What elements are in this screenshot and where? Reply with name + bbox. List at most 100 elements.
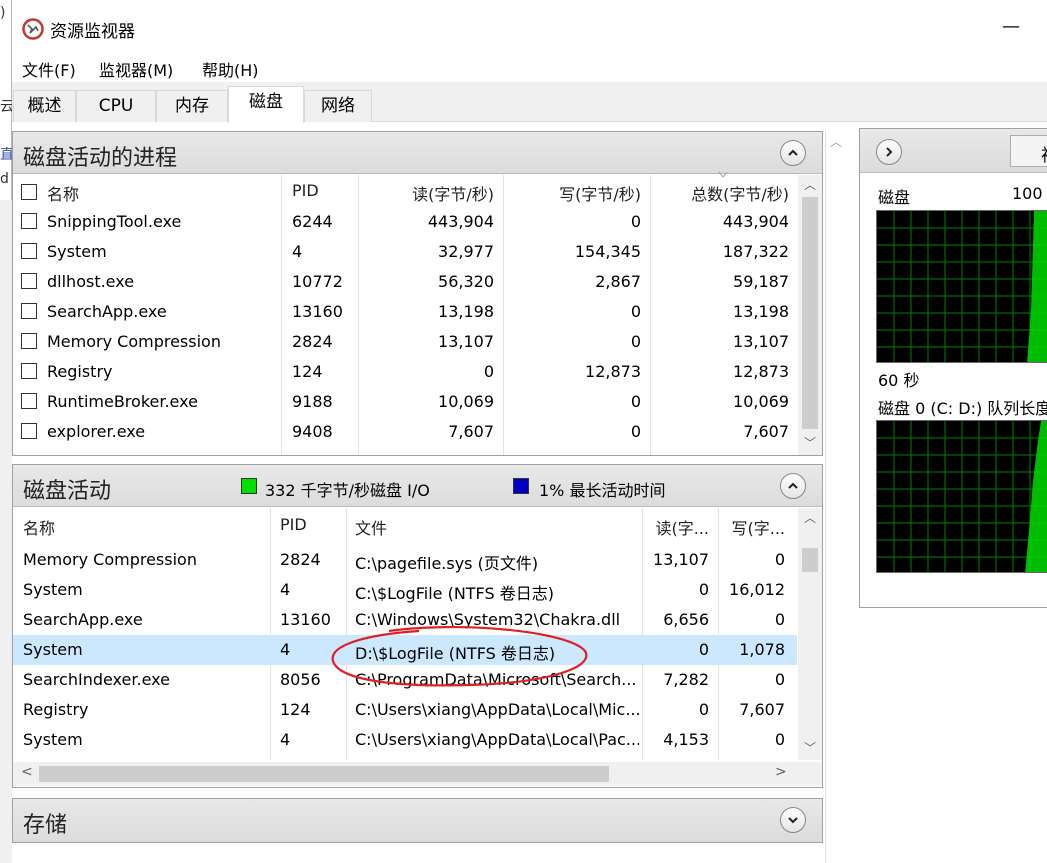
process-pid: 13160 [292,302,343,321]
col-file[interactable]: 文件 [355,515,387,539]
row-checkbox[interactable] [21,363,37,379]
activity-hscrollbar[interactable]: < > [13,762,822,786]
select-all-checkbox[interactable] [21,184,37,200]
menu-monitor[interactable]: 监视器(M) [99,57,173,81]
scroll-up-icon[interactable]: ︿ [798,175,822,195]
process-write: 0 [630,422,641,441]
disk-processes-panel: 磁盘活动的进程 名称 PID 读(字节/秒) 写(字节/秒) 总数(字节/秒) … [12,131,823,456]
process-total: 443,904 [722,212,789,231]
col-name[interactable]: 名称 [23,515,55,539]
disk-activity-header[interactable]: 磁盘活动 332 千字节/秒磁盘 I/O 1% 最长活动时间 [13,465,822,507]
table-row[interactable]: System 4 C:\$LogFile (NTFS 卷日志) 0 16,012 [13,575,797,605]
row-checkbox[interactable] [21,393,37,409]
row-checkbox[interactable] [21,423,37,439]
col-pid[interactable]: PID [292,181,319,200]
table-row[interactable]: Memory Compression 2824 C:\pagefile.sys (页… [13,545,797,575]
minimize-button[interactable]: — [998,12,1024,42]
activity-write: 0 [774,610,785,629]
main-scrollbar[interactable]: ︿ [825,131,847,863]
activity-read: 0 [698,700,709,719]
table-row[interactable]: Memory Compression 2824 13,107 0 13,107 [13,327,797,357]
active-time-legend-swatch [513,478,529,494]
activity-name: Registry [23,700,89,719]
table-row[interactable]: explorer.exe 9408 7,607 0 7,607 [13,417,797,447]
scroll-thumb[interactable] [802,548,818,572]
activity-name: SearchApp.exe [23,610,143,629]
menu-help[interactable]: 帮助(H) [202,57,259,81]
process-scrollbar[interactable]: ︿ ﹀ [798,175,822,455]
table-row[interactable]: dllhost.exe 10772 56,320 2,867 59,187 [13,267,797,297]
table-row[interactable]: SnippingTool.exe 6244 443,904 0 443,904 [13,207,797,237]
col-write[interactable]: 写(字... [719,515,785,539]
row-checkbox[interactable] [21,303,37,319]
activity-pid: 124 [280,700,311,719]
tab-network[interactable]: 网络 [304,90,372,122]
tab-disk[interactable]: 磁盘 [228,86,304,123]
activity-name: Memory Compression [23,550,197,569]
table-row[interactable]: System 4 C:\Users\xiang\AppData\Local\Pac.… [13,725,797,755]
table-row[interactable]: Registry 124 C:\Users\xiang\AppData\Local\… [13,695,797,725]
process-write: 0 [630,332,641,351]
process-name: Memory Compression [47,332,221,351]
row-checkbox[interactable] [21,213,37,229]
expand-right-icon[interactable] [876,139,902,165]
scroll-right-icon[interactable]: > [775,764,787,780]
activity-name: SearchIndexer.exe [23,670,170,689]
activity-write: 0 [774,550,785,569]
row-checkbox[interactable] [21,333,37,349]
tab-cpu[interactable]: CPU [76,90,156,122]
menu-file[interactable]: 文件(F) [22,57,76,81]
col-total[interactable]: 总数(字节/秒) [651,181,789,205]
scroll-thumb[interactable] [802,197,818,429]
process-read: 0 [483,362,494,381]
active-time-legend-label: 1% 最长活动时间 [539,481,666,500]
col-name[interactable]: 名称 [47,181,79,205]
col-read[interactable]: 读(字... [643,515,709,539]
scroll-left-icon[interactable]: < [21,764,33,780]
activity-file: C:\Users\xiang\AppData\Local\Pac... [355,730,639,749]
scroll-up-icon[interactable]: ︿ [798,508,822,528]
col-pid[interactable]: PID [280,515,307,534]
row-checkbox[interactable] [21,273,37,289]
col-read[interactable]: 读(字节/秒) [359,181,494,205]
process-total: 10,069 [733,392,789,411]
tab-overview[interactable]: 概述 [13,90,76,122]
table-row[interactable]: RuntimeBroker.exe 9188 10,069 0 10,069 [13,387,797,417]
process-total: 187,322 [722,242,789,261]
process-pid: 2824 [292,332,333,351]
activity-name: System [23,730,83,749]
table-row[interactable]: Registry 124 0 12,873 12,873 [13,357,797,387]
view-button[interactable]: 视 [1010,135,1047,167]
collapse-up-icon[interactable] [780,140,806,166]
process-write: 0 [630,392,641,411]
process-total: 59,187 [733,272,789,291]
table-row[interactable]: SearchApp.exe 13160 13,198 0 13,198 [13,297,797,327]
storage-title: 存储 [23,813,68,838]
row-checkbox[interactable] [21,243,37,259]
tab-memory[interactable]: 内存 [156,90,228,122]
activity-scrollbar[interactable]: ︿ ﹀ [798,508,822,760]
storage-header[interactable]: 存储 [13,799,822,842]
process-total: 13,198 [733,302,789,321]
process-name: System [47,242,107,261]
process-pid: 4 [292,242,303,261]
scroll-down-icon[interactable]: ﹀ [798,738,822,758]
menu-bar: 文件(F) 监视器(M) 帮助(H) [12,52,1047,82]
process-write: 0 [630,302,641,321]
activity-write: 7,607 [739,700,785,719]
col-write[interactable]: 写(字节/秒) [503,181,641,205]
activity-pid: 4 [280,730,291,749]
disk-processes-header[interactable]: 磁盘活动的进程 [13,132,822,174]
time-span-label: 60 秒 [878,371,920,390]
disk-activity-panel: 磁盘活动 332 千字节/秒磁盘 I/O 1% 最长活动时间 名称 PID 文件… [12,464,823,788]
table-row[interactable]: System 4 32,977 154,345 187,322 [13,237,797,267]
process-pid: 9408 [292,422,333,441]
scroll-up-icon[interactable]: ︿ [830,133,842,150]
scroll-down-icon[interactable]: ﹀ [798,433,822,453]
process-read: 56,320 [438,272,494,291]
activity-read: 0 [698,640,709,659]
hscroll-thumb[interactable] [39,766,609,782]
collapse-up-icon[interactable] [780,473,806,499]
disk-graph-max: 100 [1012,184,1043,203]
expand-down-icon[interactable] [780,807,806,833]
